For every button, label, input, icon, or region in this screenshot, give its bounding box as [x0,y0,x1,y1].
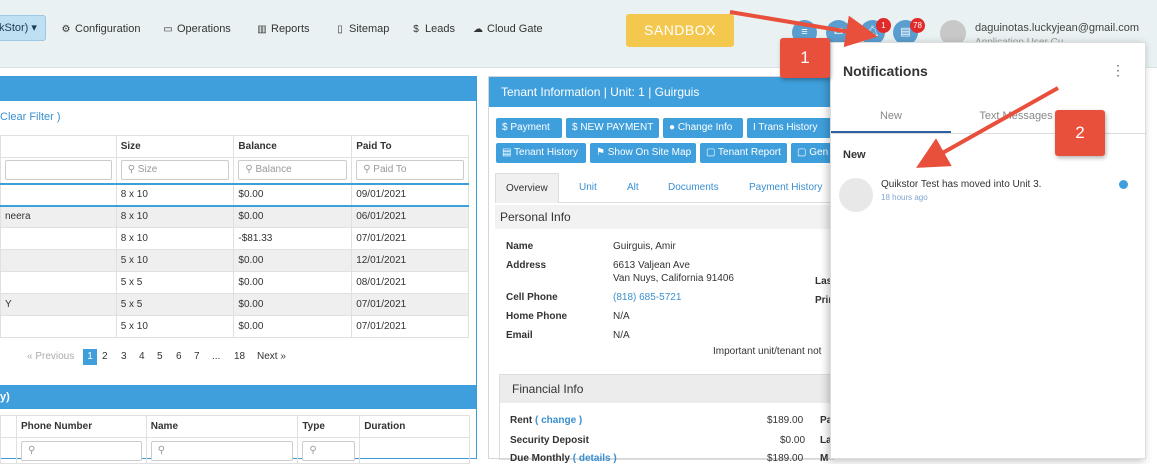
callout-1: 1 [780,38,830,78]
callout-2: 2 [1055,110,1105,156]
arrow-1 [729,10,878,48]
annotation-arrows [729,10,1059,168]
arrow-2 [916,86,1059,168]
